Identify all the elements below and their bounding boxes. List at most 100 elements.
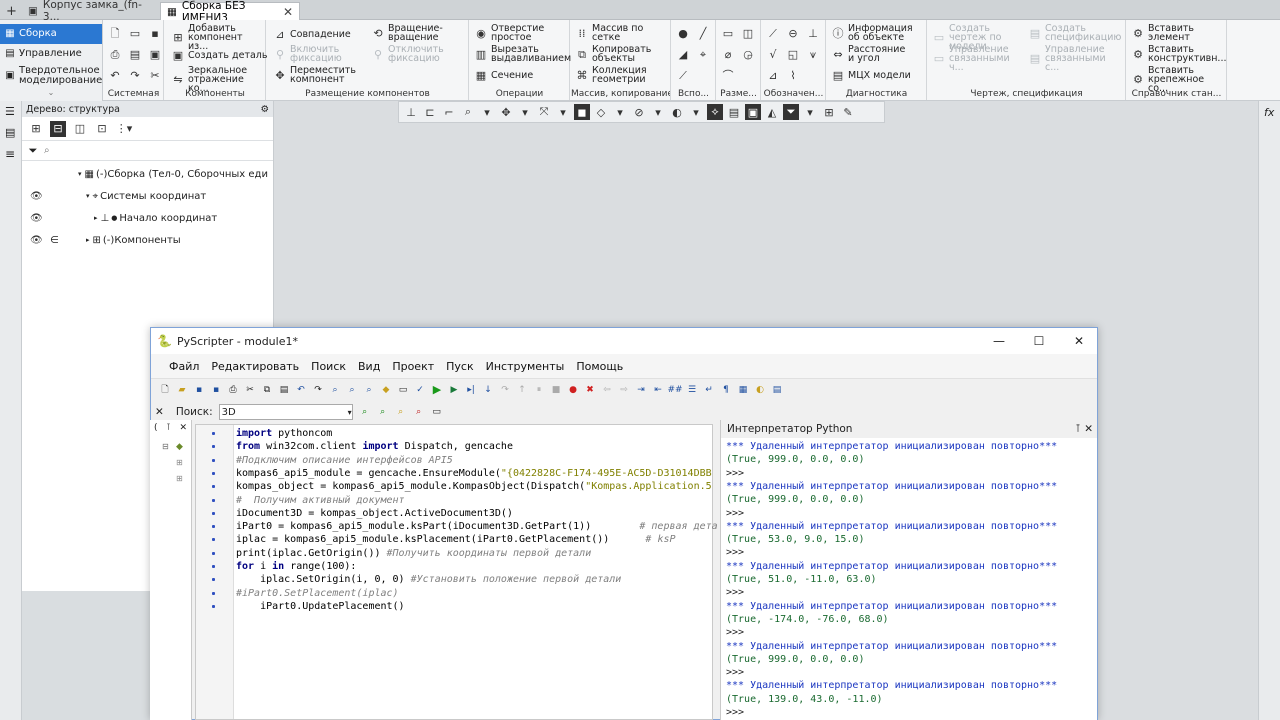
rotate-button[interactable]: ⟲ Вращение-вращение xyxy=(371,24,448,43)
close-tab-icon[interactable]: ✕ xyxy=(283,5,293,19)
menu-help[interactable]: Помощь xyxy=(570,360,629,373)
forward-icon[interactable]: ⇨ xyxy=(618,384,630,396)
redo-icon[interactable]: ↷ xyxy=(128,68,142,82)
settings-gear-icon[interactable]: ⚙ xyxy=(260,104,269,115)
axis-icon[interactable]: ╱ xyxy=(696,26,710,40)
goto-icon[interactable]: ▭ xyxy=(397,384,409,396)
cut-icon[interactable]: ✂ xyxy=(244,384,256,396)
arc-dim-icon[interactable]: ⌒ xyxy=(721,68,735,82)
search-input[interactable]: 3D ▾ xyxy=(218,404,353,420)
copy-objects-button[interactable]: ⧉ Копировать объекты xyxy=(575,45,652,64)
new-file-icon[interactable]: 🗋 xyxy=(159,384,171,396)
dropdown-icon[interactable]: ▾ xyxy=(479,104,495,120)
mode-management[interactable]: ▤ Управление xyxy=(0,44,102,64)
comment-icon[interactable]: ## xyxy=(667,384,682,396)
create-part-button[interactable]: ▣ Создать деталь xyxy=(171,48,268,62)
collapse-arrow-icon[interactable]: ▸ xyxy=(94,214,98,222)
pan-icon[interactable]: ✥ xyxy=(498,104,514,120)
wrap-icon[interactable]: ↵ xyxy=(703,384,715,396)
dropdown-icon[interactable]: ▾ xyxy=(612,104,628,120)
dropdown-icon[interactable]: ▾ xyxy=(650,104,666,120)
orient-icon[interactable]: ⤧ xyxy=(536,104,552,120)
tree-components-icon[interactable]: ⊟ xyxy=(50,120,66,137)
menu-search[interactable]: Поиск xyxy=(305,360,352,373)
new-doc-icon[interactable]: 🗋 xyxy=(108,26,122,40)
tree-expand-icon[interactable]: ⊞ xyxy=(176,458,183,467)
run-to-cursor-icon[interactable]: ▸| xyxy=(465,384,477,396)
layout-icon[interactable]: ▦ xyxy=(737,384,749,396)
perspective-icon[interactable]: ▣ xyxy=(745,104,761,120)
shaded-icon[interactable]: ◼ xyxy=(574,104,590,120)
menu-edit[interactable]: Редактировать xyxy=(205,360,305,373)
new-tab-icon[interactable]: + xyxy=(0,2,20,20)
save-file-icon[interactable]: ▪ xyxy=(193,384,205,396)
menu-tools[interactable]: Инструменты xyxy=(480,360,571,373)
hole-button[interactable]: ◉ Отверстие простое xyxy=(474,24,551,43)
expand-arrow-icon[interactable]: ▾ xyxy=(78,170,82,178)
fx-icon[interactable]: fx xyxy=(1264,106,1280,119)
pin-icon[interactable]: ⊺ xyxy=(1075,423,1080,435)
back-icon[interactable]: ⇦ xyxy=(601,384,613,396)
lcs-icon[interactable]: ⌖ xyxy=(696,47,710,61)
replace-toggle-icon[interactable]: ▭ xyxy=(431,406,443,418)
explorer-icon[interactable]: ▤ xyxy=(771,384,783,396)
tree-filter-icon[interactable]: ⊡ xyxy=(94,121,110,137)
dropdown-icon[interactable]: ▾ xyxy=(555,104,571,120)
object-info-button[interactable]: ⓘ Информация об объекте xyxy=(831,24,914,43)
find-icon[interactable]: ⌕ xyxy=(329,384,341,396)
mass-props-button[interactable]: ▤ МЦХ модели xyxy=(831,68,911,82)
stop-icon[interactable]: ■ xyxy=(550,384,562,396)
filter-icon[interactable]: ⏷ xyxy=(783,104,799,120)
bookmark-icon[interactable]: ◆ xyxy=(380,384,392,396)
pencil-icon[interactable]: ✎ xyxy=(840,104,856,120)
open-file-icon[interactable]: ▰ xyxy=(176,384,188,396)
close-search-icon[interactable]: ✕ xyxy=(155,406,164,418)
tree-row-assembly[interactable]: ▾ ▦ (-)Сборка (Тел-0, Сборочных еди xyxy=(22,163,274,185)
search-prev-icon[interactable]: ⌕ xyxy=(377,406,389,418)
step-into-icon[interactable]: ↓ xyxy=(482,384,494,396)
insert-design-button[interactable]: ⚙ Вставить конструктивн... xyxy=(1131,45,1226,64)
tab-assembly[interactable]: ▦ Сборка БЕЗ ИМЕНИ3 ✕ xyxy=(160,0,300,24)
expand-arrow-icon[interactable]: ▾ xyxy=(86,192,90,200)
distance-angle-button[interactable]: ⇔ Расстояние и угол xyxy=(831,45,914,64)
tree-structure-icon[interactable]: ⊞ xyxy=(28,121,44,137)
radius-dim-icon[interactable]: ◶ xyxy=(741,47,755,61)
pilcrow-icon[interactable]: ¶ xyxy=(720,384,732,396)
preview-icon[interactable]: ▤ xyxy=(128,47,142,61)
roughness-icon[interactable]: √ xyxy=(766,47,780,61)
line-icon[interactable]: ⟋ xyxy=(676,68,690,82)
print-icon[interactable]: ⎙ xyxy=(227,384,239,396)
insert-element-button[interactable]: ⚙ Вставить элемент xyxy=(1131,24,1214,43)
search-next-icon[interactable]: ⌕ xyxy=(359,406,371,418)
debug-icon[interactable]: ▶ xyxy=(448,384,460,396)
python-icon[interactable]: ◐ xyxy=(754,384,766,396)
lighting-icon[interactable]: ◭ xyxy=(764,104,780,120)
tree-row-components[interactable]: ▸ ⊞ (-)Компоненты 👁 ∈ xyxy=(22,229,274,251)
visibility-eye-icon[interactable]: 👁 xyxy=(30,191,43,202)
tree-row-coord-systems[interactable]: ▾ ⌖ Системы координат 👁 xyxy=(22,185,274,207)
visibility-eye-icon[interactable]: 👁 xyxy=(30,235,43,246)
menu-view[interactable]: Вид xyxy=(352,360,386,373)
close-explorer-icon[interactable]: ✕ xyxy=(179,423,187,433)
breakpoint-icon[interactable]: ● xyxy=(567,384,579,396)
grid-array-button[interactable]: ⁞⁞ Массив по сетке xyxy=(575,24,646,43)
section-button[interactable]: ▦ Сечение xyxy=(474,68,533,82)
undo-icon[interactable]: ↶ xyxy=(108,68,122,82)
save-icon[interactable]: ▪ xyxy=(148,26,162,40)
constraints-icon[interactable]: ⟡ xyxy=(707,104,723,120)
tree-options-icon[interactable]: ⋮▾ xyxy=(116,121,133,137)
python-interpreter[interactable]: Интерпретатор Python ⊺ ✕ *** Удаленный и… xyxy=(720,420,1097,720)
collapse-chevron-icon[interactable]: ⌄ xyxy=(0,88,102,97)
find-next-icon[interactable]: ⌕ xyxy=(346,384,358,396)
clear-highlight-icon[interactable]: ⌕ xyxy=(413,406,425,418)
layers-icon[interactable]: ▤ xyxy=(726,104,742,120)
diameter-dim-icon[interactable]: ⌀ xyxy=(721,47,735,61)
cut-line-icon[interactable]: ⌇ xyxy=(786,68,800,82)
visibility-eye-icon[interactable]: 👁 xyxy=(30,213,43,224)
hide-icon[interactable]: ⊘ xyxy=(631,104,647,120)
linear-dim-icon[interactable]: ▭ xyxy=(721,26,735,40)
dedent-icon[interactable]: ⇤ xyxy=(652,384,664,396)
select-icon[interactable]: ⊥ xyxy=(403,104,419,120)
move-component-button[interactable]: ✥ Переместить компонент xyxy=(273,66,356,85)
run-icon[interactable]: ▶ xyxy=(431,383,443,396)
